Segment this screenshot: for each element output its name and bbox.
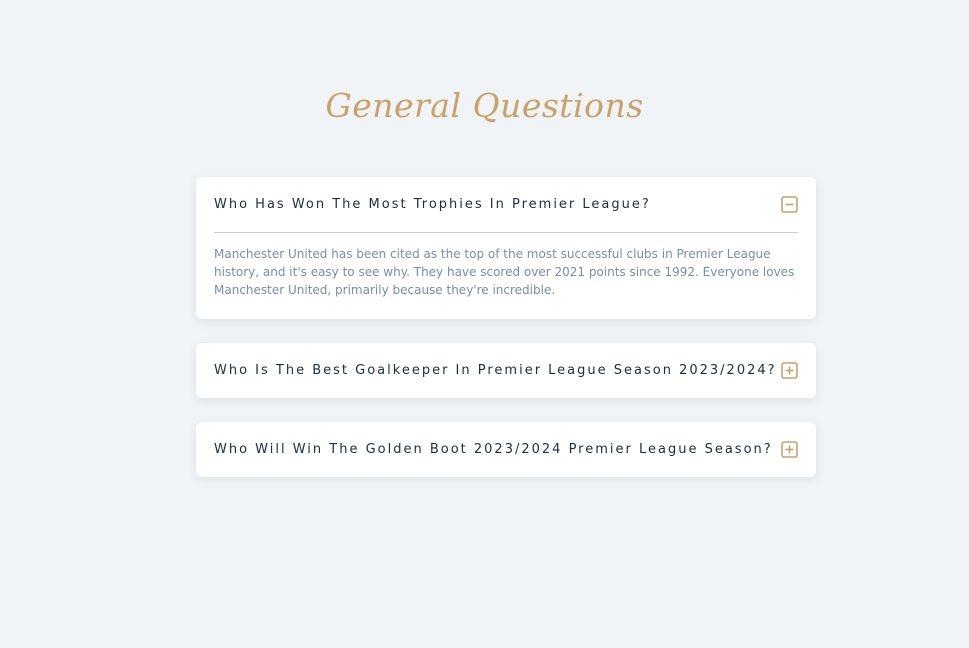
faq-item: Who Will Win The Golden Boot 2023/2024 P… [196, 422, 816, 477]
faq-answer-text: Manchester United has been cited as the … [214, 247, 795, 297]
page-title: General Questions [325, 86, 644, 125]
faq-item: Who Is The Best Goalkeeper In Premier Le… [196, 343, 816, 398]
faq-question-text: Who Will Win The Golden Boot 2023/2024 P… [214, 442, 773, 457]
faq-list: Who Has Won The Most Trophies In Premier… [196, 177, 816, 501]
faq-question-header[interactable]: Who Is The Best Goalkeeper In Premier Le… [214, 343, 798, 398]
plus-square-icon[interactable] [781, 441, 798, 458]
faq-question-header[interactable]: Who Will Win The Golden Boot 2023/2024 P… [214, 422, 798, 477]
faq-question-text: Who Has Won The Most Trophies In Premier… [214, 197, 651, 212]
faq-item: Who Has Won The Most Trophies In Premier… [196, 177, 816, 319]
minus-square-icon[interactable] [781, 196, 798, 213]
faq-question-header[interactable]: Who Has Won The Most Trophies In Premier… [214, 177, 798, 232]
plus-square-icon[interactable] [781, 362, 798, 379]
faq-question-text: Who Is The Best Goalkeeper In Premier Le… [214, 363, 777, 378]
